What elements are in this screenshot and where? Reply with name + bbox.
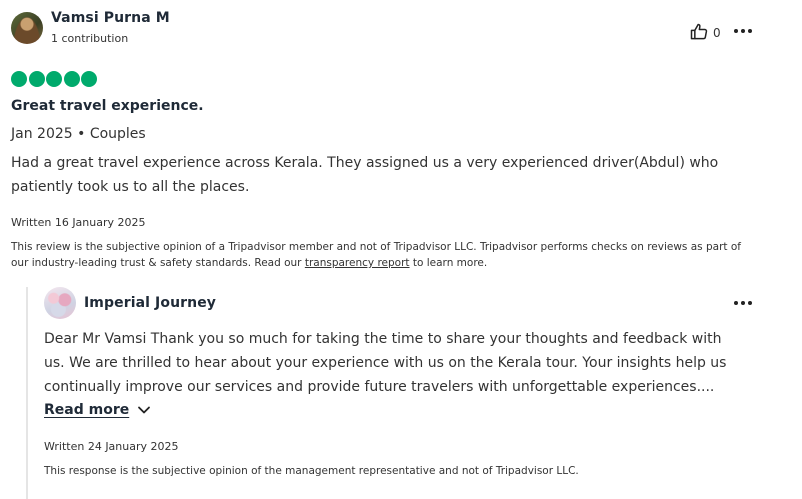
review-written-date: Written 16 January 2025 xyxy=(11,216,146,229)
transparency-report-link[interactable]: transparency report xyxy=(305,257,410,269)
read-more-button[interactable]: Read more xyxy=(44,402,151,418)
rating-bubble-icon xyxy=(46,71,62,87)
thumbs-up-icon xyxy=(689,22,709,42)
rating-bubble-icon xyxy=(63,71,80,87)
review-disclaimer: This review is the subjective opinion of… xyxy=(11,239,756,271)
helpful-vote-button[interactable]: 0 xyxy=(689,22,721,42)
more-options-icon[interactable] xyxy=(734,29,752,33)
review-body-line: patiently took us to all the places. xyxy=(11,179,250,195)
contribution-count: 1 contribution xyxy=(51,32,129,45)
rating-bubble-icon xyxy=(28,71,45,87)
reviewer-avatar[interactable] xyxy=(11,12,43,44)
response-body: Dear Mr Vamsi Thank you so much for taki… xyxy=(44,327,726,399)
more-options-icon[interactable] xyxy=(734,301,752,305)
review-body-line: Had a great travel experience across Ker… xyxy=(11,155,719,171)
review-body: Had a great travel experience across Ker… xyxy=(11,151,718,199)
response-written-date: Written 24 January 2025 xyxy=(44,440,179,453)
response-body-line: us. We are thrilled to hear about your e… xyxy=(44,355,727,371)
disclaimer-text-end: to learn more. xyxy=(409,257,488,269)
helpful-count: 0 xyxy=(713,26,721,40)
rating-bubble-icon xyxy=(81,71,97,87)
read-more-label: Read more xyxy=(44,402,130,418)
review-title[interactable]: Great travel experience. xyxy=(11,98,204,114)
owner-name[interactable]: Imperial Journey xyxy=(84,295,216,311)
reviewer-name[interactable]: Vamsi Purna M xyxy=(51,10,170,26)
chevron-down-icon xyxy=(137,403,151,417)
response-body-line: continually improve our services and pro… xyxy=(44,379,715,395)
response-body-line: Dear Mr Vamsi Thank you so much for taki… xyxy=(44,331,722,347)
owner-avatar[interactable] xyxy=(44,287,76,319)
rating-bubble-icon xyxy=(11,71,27,87)
rating-bubbles xyxy=(11,71,97,87)
trip-info: Jan 2025 • Couples xyxy=(11,126,146,142)
response-disclaimer: This response is the subjective opinion … xyxy=(44,465,579,477)
response-divider xyxy=(26,287,28,499)
